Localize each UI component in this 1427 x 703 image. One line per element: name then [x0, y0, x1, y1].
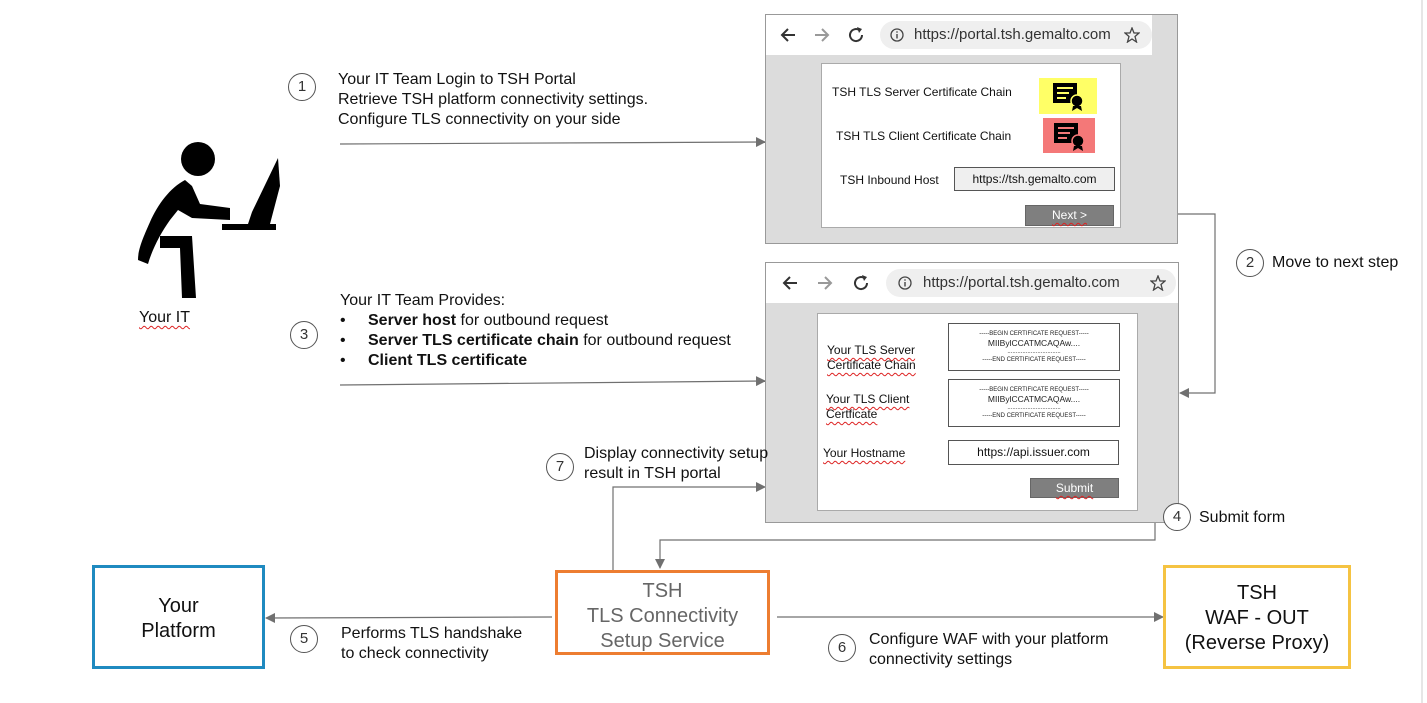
arrow-step7: [612, 482, 766, 571]
certificate-icon: [1053, 83, 1084, 111]
step-5-number: 5: [290, 625, 318, 653]
info-icon: [890, 28, 904, 42]
step-5-line1: Performs TLS handshake: [341, 625, 523, 642]
client-chain-label: TSH TLS Client Certificate Chain: [836, 129, 1012, 143]
server-chain-label: TSH TLS Server Certificate Chain: [832, 85, 1012, 99]
url-text-2: https://portal.tsh.gemalto.com: [923, 274, 1120, 291]
step-3-bullet-1: • Server host for outbound request: [340, 312, 609, 329]
forward-arrow-icon[interactable]: [817, 275, 833, 291]
step-1-line2: Retrieve TSH platform connectivity setti…: [338, 91, 649, 108]
step-1-text: Your IT Team Login to TSH Portal Retriev…: [338, 70, 648, 130]
reload-icon[interactable]: [852, 274, 870, 292]
submit-button-label: Submit: [1055, 481, 1094, 495]
step-1-number: 1: [288, 73, 316, 101]
waf-line3: (Reverse Proxy): [1184, 632, 1330, 654]
step-3-title: Your IT Team Provides:: [340, 292, 506, 309]
next-button[interactable]: Next >: [1025, 205, 1114, 226]
platform-line1: Your: [158, 595, 199, 617]
step-7-line2: result in TSH portal: [584, 465, 721, 482]
submit-button[interactable]: Submit: [1030, 478, 1119, 498]
inbound-host-value: https://tsh.gemalto.com: [972, 172, 1097, 186]
tsh-service-line1: TSH: [642, 580, 683, 602]
inbound-host-field[interactable]: https://tsh.gemalto.com: [954, 167, 1115, 191]
waf-line2: WAF - OUT: [1205, 607, 1309, 629]
server-chain-field-label: Your TLS Server Certificate Chain: [827, 343, 916, 372]
step-3-bullet-3: • Client TLS certificate: [340, 352, 528, 369]
address-bar-2[interactable]: https://portal.tsh.gemalto.com: [886, 269, 1176, 297]
step-5-text: Performs TLS handshake to check connecti…: [341, 624, 522, 664]
tsh-service-line3: Setup Service: [600, 630, 725, 652]
info-icon: [898, 276, 912, 290]
step-7-line1: Display connectivity setup: [584, 445, 769, 462]
back-arrow-icon[interactable]: [782, 275, 798, 291]
arrow-step3: [339, 376, 766, 387]
forward-arrow-icon[interactable]: [814, 27, 830, 43]
step-4-number: 4: [1163, 503, 1191, 531]
client-cert-badge[interactable]: [1043, 118, 1095, 153]
browser-1-page: TSH TLS Server Certificate Chain TSH TLS…: [821, 63, 1121, 228]
star-icon[interactable]: [1124, 27, 1140, 43]
step-7-text: Display connectivity setup result in TSH…: [584, 444, 768, 484]
reload-icon[interactable]: [847, 26, 865, 44]
step-6-text: Configure WAF with your platform connect…: [869, 630, 1108, 670]
browser-2-page: Your TLS Server Certificate Chain -----B…: [817, 313, 1138, 511]
address-bar-1[interactable]: https://portal.tsh.gemalto.com: [880, 21, 1152, 49]
certificate-icon: [1054, 123, 1085, 151]
step-3-number: 3: [290, 321, 318, 349]
step-4-label: Submit form: [1199, 509, 1286, 526]
step-6-number: 6: [828, 634, 856, 662]
tsh-connectivity-service-box: TSH TLS Connectivity Setup Service: [555, 570, 770, 655]
browser-window-1: https://portal.tsh.gemalto.com TSH TLS S…: [765, 14, 1178, 244]
next-button-label: Next >: [1051, 208, 1087, 222]
tsh-service-line2: TLS Connectivity: [586, 605, 739, 627]
client-cert-textarea[interactable]: -----BEGIN CERTIFICATE REQUEST----- MIIB…: [948, 379, 1120, 427]
server-chain-textarea[interactable]: -----BEGIN CERTIFICATE REQUEST----- MIIB…: [948, 323, 1120, 371]
waf-line1: TSH: [1237, 582, 1277, 604]
arrow-step5: [265, 612, 553, 623]
back-arrow-icon[interactable]: [780, 27, 796, 43]
step-3-bullet-2: • Server TLS certificate chain for outbou…: [340, 332, 731, 349]
star-icon[interactable]: [1150, 275, 1166, 291]
step-6-line2: connectivity settings: [869, 651, 1013, 668]
tsh-waf-box: TSH WAF - OUT (Reverse Proxy): [1163, 565, 1351, 669]
step-1-line3: Configure TLS connectivity on your side: [338, 111, 621, 128]
step-6-line1: Configure WAF with your platform: [869, 631, 1109, 648]
step-2-number: 2: [1236, 249, 1264, 277]
browser-2-toolbar: https://portal.tsh.gemalto.com: [766, 263, 1178, 303]
inbound-host-label: TSH Inbound Host: [840, 173, 939, 187]
step-1-line1: Your IT Team Login to TSH Portal: [338, 71, 576, 88]
client-cert-field-label: Your TLS Client Certficate: [826, 392, 910, 421]
browser-window-2: https://portal.tsh.gemalto.com Your TLS …: [765, 262, 1179, 523]
person-at-computer-icon: [138, 142, 280, 298]
step-2-label: Move to next step: [1272, 254, 1399, 271]
hostname-field[interactable]: https://api.issuer.com: [948, 440, 1119, 465]
server-cert-badge[interactable]: [1039, 78, 1097, 114]
hostname-label: Your Hostname: [823, 446, 906, 460]
hostname-value: https://api.issuer.com: [977, 445, 1090, 459]
step-5-line2: to check connectivity: [341, 645, 489, 662]
step-7-number: 7: [546, 453, 574, 481]
your-platform-box: Your Platform: [92, 565, 265, 669]
your-it-label: Your IT: [139, 309, 190, 326]
step-3-text: Your IT Team Provides: • Server host for …: [340, 291, 731, 371]
browser-1-toolbar: https://portal.tsh.gemalto.com: [766, 15, 1152, 55]
platform-line2: Platform: [141, 620, 216, 642]
arrow-step1: [339, 137, 766, 148]
url-text-1: https://portal.tsh.gemalto.com: [914, 26, 1111, 43]
